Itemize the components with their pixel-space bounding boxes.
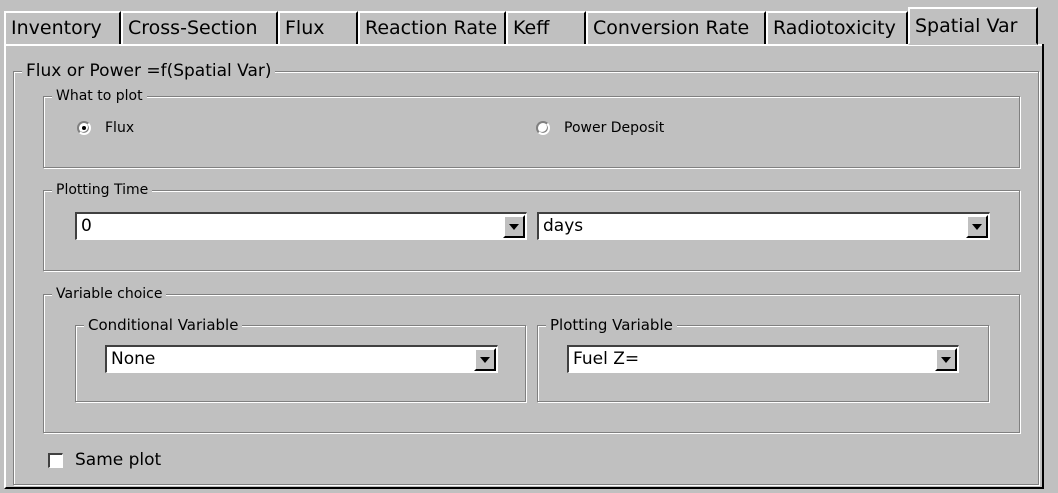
radio-power-deposit-label: Power Deposit [564,120,665,136]
same-plot-checkbox[interactable]: Same plot [48,450,161,470]
radio-unchecked-icon [536,121,550,135]
what-to-plot-title: What to plot [52,88,147,105]
radio-checked-icon [77,121,91,135]
time-unit-combo[interactable]: days [537,212,990,240]
plotting-variable-combo[interactable]: Fuel Z= [567,345,959,373]
time-value-combo[interactable]: 0 [75,212,527,240]
radio-flux[interactable]: Flux [77,120,134,136]
chevron-down-icon[interactable] [503,215,525,238]
time-unit-text: days [543,216,584,236]
variable-choice-title: Variable choice [52,286,167,303]
tab-cross-section[interactable]: Cross-Section [121,11,278,44]
plotting-time-title: Plotting Time [52,182,153,199]
time-value-text: 0 [81,216,92,236]
same-plot-label: Same plot [75,450,162,470]
chevron-down-icon[interactable] [966,215,988,238]
what-to-plot-group: What to plot [43,88,1020,168]
tab-flux[interactable]: Flux [278,11,358,44]
tab-reaction-rate[interactable]: Reaction Rate [358,11,506,44]
conditional-variable-value: None [111,349,156,369]
tab-radiotoxicity[interactable]: Radiotoxicity [766,11,908,44]
main-group-title: Flux or Power =f(Spatial Var) [22,61,276,81]
tab-conversion-rate[interactable]: Conversion Rate [586,11,766,44]
tab-keff[interactable]: Keff [506,11,586,44]
radio-power-deposit[interactable]: Power Deposit [536,120,664,136]
plotting-variable-title: Plotting Variable [546,316,677,334]
checkbox-unchecked-icon[interactable] [48,452,63,468]
radio-flux-label: Flux [105,120,135,136]
tab-inventory[interactable]: Inventory [4,11,121,44]
tab-spatial-var[interactable]: Spatial Var [908,7,1038,45]
plotting-variable-value: Fuel Z= [573,349,640,369]
conditional-variable-title: Conditional Variable [84,316,243,334]
chevron-down-icon[interactable] [474,348,496,371]
conditional-variable-combo[interactable]: None [105,345,498,373]
tab-bar: Inventory Cross-Section Flux Reaction Ra… [4,4,1044,45]
chevron-down-icon[interactable] [935,348,957,371]
